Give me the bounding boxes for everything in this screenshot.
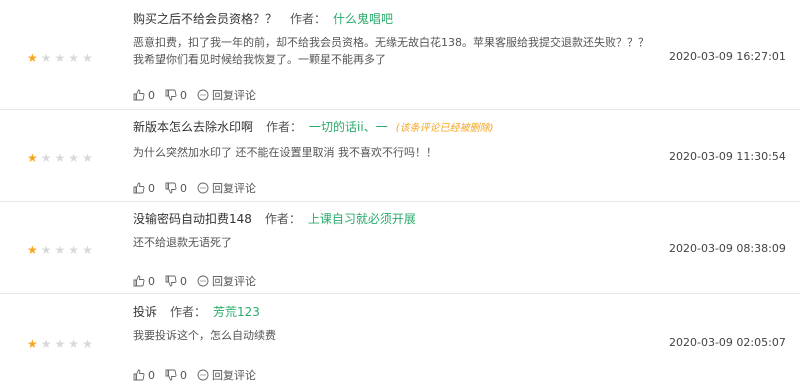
- review-date: 2020-03-09 11:30:54: [669, 150, 786, 163]
- review-text: 我要投诉这个，怎么自动续费: [133, 329, 276, 342]
- author-label: 作者：: [264, 212, 301, 226]
- star-empty-icon: ★: [40, 243, 52, 257]
- thumbs-up-icon: [133, 182, 145, 194]
- like-count: 0: [148, 88, 155, 102]
- star-empty-icon: ★: [82, 337, 93, 351]
- like-button[interactable]: 0: [133, 275, 155, 288]
- deleted-notice: (该条评论已经被删除): [395, 123, 494, 134]
- star-empty-icon: ★: [54, 337, 66, 351]
- review-title: 新版本怎么去除水印啊: [133, 120, 254, 134]
- dislike-count: 0: [180, 181, 187, 195]
- comment-icon: [197, 275, 209, 287]
- review-date: 2020-03-09 02:05:07: [669, 336, 786, 349]
- star-filled-icon: ★: [27, 337, 38, 351]
- review-actions: 0 0 回复评论: [133, 273, 266, 289]
- star-rating: ★ ★ ★ ★ ★: [27, 244, 93, 256]
- like-count: 0: [148, 368, 155, 382]
- author-link[interactable]: 芳荒123: [213, 303, 260, 321]
- star-filled-icon: ★: [27, 243, 38, 257]
- dislike-button[interactable]: 0: [165, 182, 187, 195]
- author-link[interactable]: 什么鬼唱吧: [333, 10, 393, 28]
- star-filled-icon: ★: [27, 151, 38, 165]
- review-body: 新版本怎么去除水印啊 作者： 一切的话ii、一 (该条评论已经被删除) 为什么突…: [133, 118, 653, 161]
- review-title: 投诉: [133, 305, 158, 319]
- author-link[interactable]: 一切的话ii、一: [309, 118, 388, 136]
- author-label: 作者：: [290, 12, 327, 26]
- star-empty-icon: ★: [68, 243, 80, 257]
- dislike-count: 0: [180, 88, 187, 102]
- thumbs-down-icon: [165, 89, 177, 101]
- star-filled-icon: ★: [27, 51, 38, 65]
- star-empty-icon: ★: [68, 337, 80, 351]
- dislike-button[interactable]: 0: [165, 89, 187, 102]
- star-empty-icon: ★: [40, 51, 52, 65]
- like-count: 0: [148, 274, 155, 288]
- like-button[interactable]: 0: [133, 89, 155, 102]
- author-link[interactable]: 上课自习就必须开展: [308, 210, 416, 228]
- star-empty-icon: ★: [68, 51, 80, 65]
- comment-icon: [197, 369, 209, 381]
- reply-button[interactable]: 回复评论: [197, 367, 256, 383]
- review-text: 还不给退款无语死了: [133, 236, 232, 249]
- review-item: 没输密码自动扣费148 作者： 上课自习就必须开展 还不给退款无语死了 ★ ★ ★ ★…: [0, 202, 800, 294]
- review-header: 购买之后不给会员资格？？ 作者： 什么鬼唱吧: [133, 10, 653, 28]
- thumbs-up-icon: [133, 89, 145, 101]
- star-empty-icon: ★: [40, 337, 52, 351]
- review-list: 购买之后不给会员资格？？ 作者： 什么鬼唱吧 恶意扣费，扣了我一年的前，却不给我…: [0, 0, 800, 386]
- thumbs-up-icon: [133, 275, 145, 287]
- star-rating: ★ ★ ★ ★ ★: [27, 52, 93, 64]
- star-empty-icon: ★: [82, 51, 93, 65]
- dislike-button[interactable]: 0: [165, 275, 187, 288]
- review-date: 2020-03-09 16:27:01: [669, 50, 786, 63]
- thumbs-down-icon: [165, 369, 177, 381]
- reply-label: 回复评论: [212, 369, 256, 382]
- reply-label: 回复评论: [212, 275, 256, 288]
- star-empty-icon: ★: [54, 151, 66, 165]
- thumbs-up-icon: [133, 369, 145, 381]
- review-text: 恶意扣费，扣了我一年的前，却不给我会员资格。无缘无故白花138。苹果客服给我提交…: [133, 36, 649, 66]
- review-date: 2020-03-09 08:38:09: [669, 242, 786, 255]
- review-header: 新版本怎么去除水印啊 作者： 一切的话ii、一 (该条评论已经被删除): [133, 118, 653, 138]
- author-label: 作者：: [266, 120, 303, 134]
- like-button[interactable]: 0: [133, 369, 155, 382]
- review-actions: 0 0 回复评论: [133, 180, 266, 196]
- comment-icon: [197, 89, 209, 101]
- star-empty-icon: ★: [54, 51, 66, 65]
- review-item: 投诉 作者： 芳荒123 我要投诉这个，怎么自动续费 ★ ★ ★ ★ ★ 2020-03…: [0, 294, 800, 386]
- comment-icon: [197, 182, 209, 194]
- review-body: 购买之后不给会员资格？？ 作者： 什么鬼唱吧 恶意扣费，扣了我一年的前，却不给我…: [133, 10, 653, 68]
- review-item: 购买之后不给会员资格？？ 作者： 什么鬼唱吧 恶意扣费，扣了我一年的前，却不给我…: [0, 0, 800, 110]
- star-empty-icon: ★: [68, 151, 80, 165]
- review-title: 购买之后不给会员资格？？: [133, 12, 278, 26]
- review-header: 没输密码自动扣费148 作者： 上课自习就必须开展: [133, 210, 653, 228]
- reply-label: 回复评论: [212, 89, 256, 102]
- review-title: 没输密码自动扣费148: [133, 212, 252, 226]
- reply-button[interactable]: 回复评论: [197, 273, 256, 289]
- reply-button[interactable]: 回复评论: [197, 87, 256, 103]
- review-actions: 0 0 回复评论: [133, 87, 266, 103]
- star-rating: ★ ★ ★ ★ ★: [27, 338, 93, 350]
- star-empty-icon: ★: [82, 151, 93, 165]
- review-body: 投诉 作者： 芳荒123 我要投诉这个，怎么自动续费: [133, 303, 653, 344]
- star-empty-icon: ★: [40, 151, 52, 165]
- star-empty-icon: ★: [82, 243, 93, 257]
- reply-label: 回复评论: [212, 182, 256, 195]
- review-text: 为什么突然加水印了 还不能在设置里取消 我不喜欢不行吗！！: [133, 146, 437, 159]
- thumbs-down-icon: [165, 275, 177, 287]
- thumbs-down-icon: [165, 182, 177, 194]
- review-actions: 0 0 回复评论: [133, 367, 266, 383]
- star-rating: ★ ★ ★ ★ ★: [27, 152, 93, 164]
- reply-button[interactable]: 回复评论: [197, 180, 256, 196]
- star-empty-icon: ★: [54, 243, 66, 257]
- author-label: 作者：: [170, 305, 207, 319]
- like-count: 0: [148, 181, 155, 195]
- like-button[interactable]: 0: [133, 182, 155, 195]
- review-item: 新版本怎么去除水印啊 作者： 一切的话ii、一 (该条评论已经被删除) 为什么突…: [0, 110, 800, 202]
- review-header: 投诉 作者： 芳荒123: [133, 303, 653, 321]
- dislike-count: 0: [180, 368, 187, 382]
- dislike-button[interactable]: 0: [165, 369, 187, 382]
- review-body: 没输密码自动扣费148 作者： 上课自习就必须开展 还不给退款无语死了: [133, 210, 653, 251]
- dislike-count: 0: [180, 274, 187, 288]
